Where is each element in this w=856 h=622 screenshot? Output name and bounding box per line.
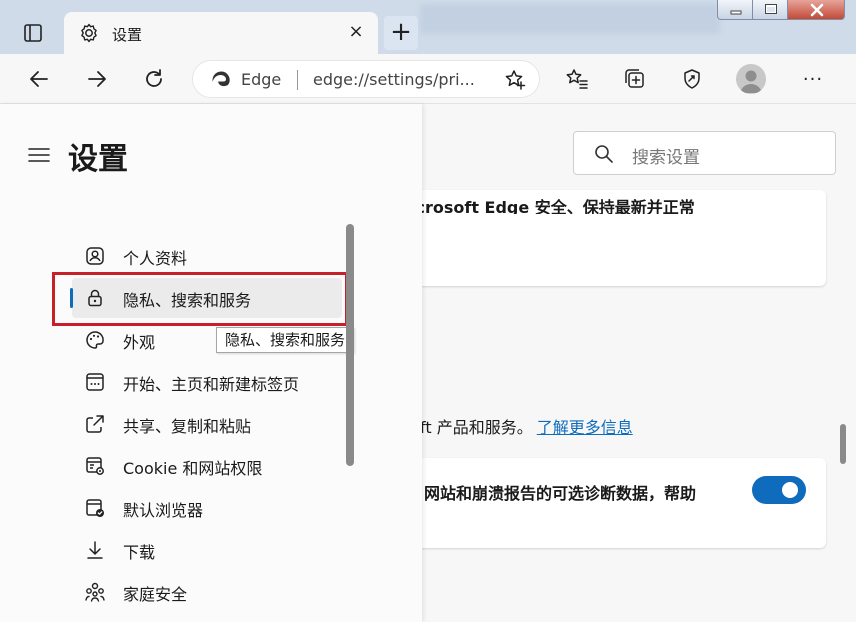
sidebar-item-label: Cookie 和网站权限 (123, 459, 263, 478)
privacy-highlight-box (52, 272, 348, 326)
toggle-knob (782, 482, 798, 498)
tab-actions-icon[interactable] (20, 20, 46, 46)
sidebar-item-label: 下载 (123, 543, 156, 562)
forward-arrow-icon (88, 71, 106, 87)
settings-tab[interactable]: 设置 × (64, 12, 378, 54)
performance-button[interactable] (677, 64, 707, 94)
sidebar-item-label: 外观 (123, 333, 156, 352)
sidebar-item-label: 开始、主页和新建标签页 (123, 375, 300, 394)
address-url[interactable]: edge://settings/pri... (313, 70, 475, 89)
product-info-line: ft 产品和服务。 了解更多信息 (420, 414, 633, 438)
profile-avatar[interactable] (736, 64, 766, 94)
sidebar-item-downloads[interactable]: 下载 (72, 530, 342, 570)
palette-icon (86, 331, 104, 349)
refresh-button[interactable] (139, 64, 169, 94)
site-permissions-icon (86, 457, 104, 475)
search-settings-input[interactable]: 搜索设置 (573, 131, 836, 175)
refresh-icon (146, 69, 162, 87)
browser-toolbar: Edge edge://settings/pri... ··· (0, 54, 856, 104)
learn-more-link[interactable]: 了解更多信息 (537, 418, 633, 437)
window-close-button[interactable] (787, 0, 845, 20)
privacy-tooltip: 隐私、搜索和服务 (216, 327, 355, 353)
window-minimize-button[interactable] (717, 0, 753, 20)
favorites-button[interactable] (562, 64, 592, 94)
sidebar-scrollbar[interactable] (346, 224, 354, 466)
window-maximize-button[interactable] (752, 0, 788, 20)
download-icon (87, 541, 103, 559)
sidebar-item-share[interactable]: 共享、复制和粘贴 (72, 404, 342, 444)
diagnostics-card-text: 网站和崩溃报告的可选诊断数据，帮助 (424, 484, 697, 503)
sidebar-item-start-page[interactable]: 开始、主页和新建标签页 (72, 362, 342, 402)
content-scrollbar[interactable] (840, 424, 846, 464)
search-placeholder: 搜索设置 (632, 148, 700, 168)
sidebar-item-default-browser[interactable]: 默认浏览器 (72, 488, 342, 528)
diagnostics-toggle[interactable] (752, 476, 806, 504)
share-icon (86, 415, 104, 433)
more-menu-button[interactable]: ··· (798, 64, 828, 94)
start-page-icon (86, 373, 104, 391)
gear-icon (78, 22, 100, 44)
sidebar-item-label: 家庭安全 (123, 585, 188, 604)
tab-title: 设置 (112, 26, 143, 44)
address-site-label: Edge (241, 70, 282, 89)
edge-logo-icon (211, 70, 231, 90)
tab-close-button[interactable]: × (344, 20, 368, 44)
product-info-text: ft 产品和服务。 (420, 418, 533, 437)
sidebar-item-family[interactable]: 家庭安全 (72, 572, 342, 612)
person-icon (740, 70, 762, 93)
back-button[interactable] (24, 64, 54, 94)
profile-icon (86, 247, 104, 265)
forward-button[interactable] (82, 64, 112, 94)
blurred-background (420, 4, 720, 34)
search-icon (594, 144, 614, 164)
sidebar-item-label: 共享、复制和粘贴 (123, 417, 252, 436)
sidebar-item-profile[interactable]: 个人资料 (72, 236, 342, 276)
address-bar[interactable]: Edge edge://settings/pri... (192, 60, 540, 98)
settings-page-title: 设置 (68, 142, 128, 177)
sidebar-item-cookies[interactable]: Cookie 和网站权限 (72, 446, 342, 486)
sidebar-item-label: 默认浏览器 (123, 501, 204, 520)
favorites-icon (566, 69, 588, 89)
hamburger-menu-icon[interactable] (28, 146, 50, 164)
tab-strip: 设置 × + (0, 0, 856, 54)
performance-icon (684, 69, 700, 89)
security-card-text: icrosoft Edge 安全、保持最新并正常 (410, 198, 695, 214)
new-tab-button[interactable]: + (384, 16, 418, 50)
collections-icon (625, 69, 644, 88)
address-separator (297, 70, 298, 90)
back-arrow-icon (30, 71, 48, 87)
add-favorite-icon[interactable] (503, 68, 527, 92)
family-icon (85, 582, 105, 602)
default-browser-icon (86, 499, 104, 517)
sidebar-item-label: 个人资料 (123, 249, 188, 268)
collections-button[interactable] (620, 64, 650, 94)
